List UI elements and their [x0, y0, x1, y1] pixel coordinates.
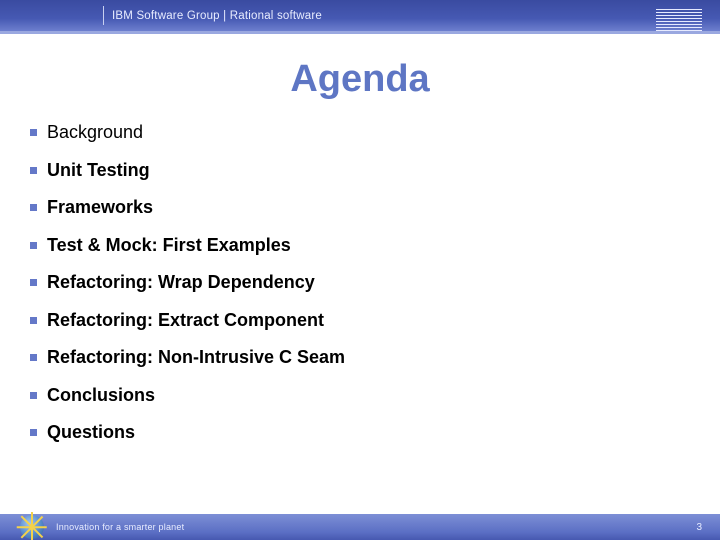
item-text: Unit Testing [47, 159, 150, 182]
list-item: Frameworks [30, 196, 720, 219]
smarter-planet-icon [20, 515, 44, 539]
ibm-logo-icon [656, 9, 702, 31]
list-item: Unit Testing [30, 159, 720, 182]
bullet-icon [30, 429, 37, 436]
bullet-icon [30, 167, 37, 174]
list-item: Refactoring: Wrap Dependency [30, 271, 720, 294]
item-text: Test & Mock: First Examples [47, 234, 291, 257]
bullet-icon [30, 317, 37, 324]
list-item: Conclusions [30, 384, 720, 407]
bullet-icon [30, 204, 37, 211]
item-text: Background [47, 121, 143, 144]
list-item: Questions [30, 421, 720, 444]
bullet-icon [30, 392, 37, 399]
item-text: Refactoring: Extract Component [47, 309, 324, 332]
bullet-icon [30, 279, 37, 286]
list-item: Background [30, 121, 720, 144]
slide-header: IBM Software Group | Rational software [0, 0, 720, 34]
slide-title: Agenda [0, 58, 720, 101]
bullet-icon [30, 354, 37, 361]
bullet-icon [30, 242, 37, 249]
slide-footer: Innovation for a smarter planet 3 [0, 514, 720, 540]
item-text: Frameworks [47, 196, 153, 219]
agenda-list: Background Unit Testing Frameworks Test … [30, 121, 720, 444]
header-text: IBM Software Group | Rational software [112, 10, 322, 22]
list-item: Test & Mock: First Examples [30, 234, 720, 257]
list-item: Refactoring: Extract Component [30, 309, 720, 332]
page-number: 3 [696, 522, 702, 533]
bullet-icon [30, 129, 37, 136]
list-item: Refactoring: Non-Intrusive C Seam [30, 346, 720, 369]
item-text: Conclusions [47, 384, 155, 407]
item-text: Refactoring: Wrap Dependency [47, 271, 315, 294]
header-divider [103, 6, 104, 25]
item-text: Refactoring: Non-Intrusive C Seam [47, 346, 345, 369]
footer-tagline: Innovation for a smarter planet [56, 522, 184, 532]
item-text: Questions [47, 421, 135, 444]
